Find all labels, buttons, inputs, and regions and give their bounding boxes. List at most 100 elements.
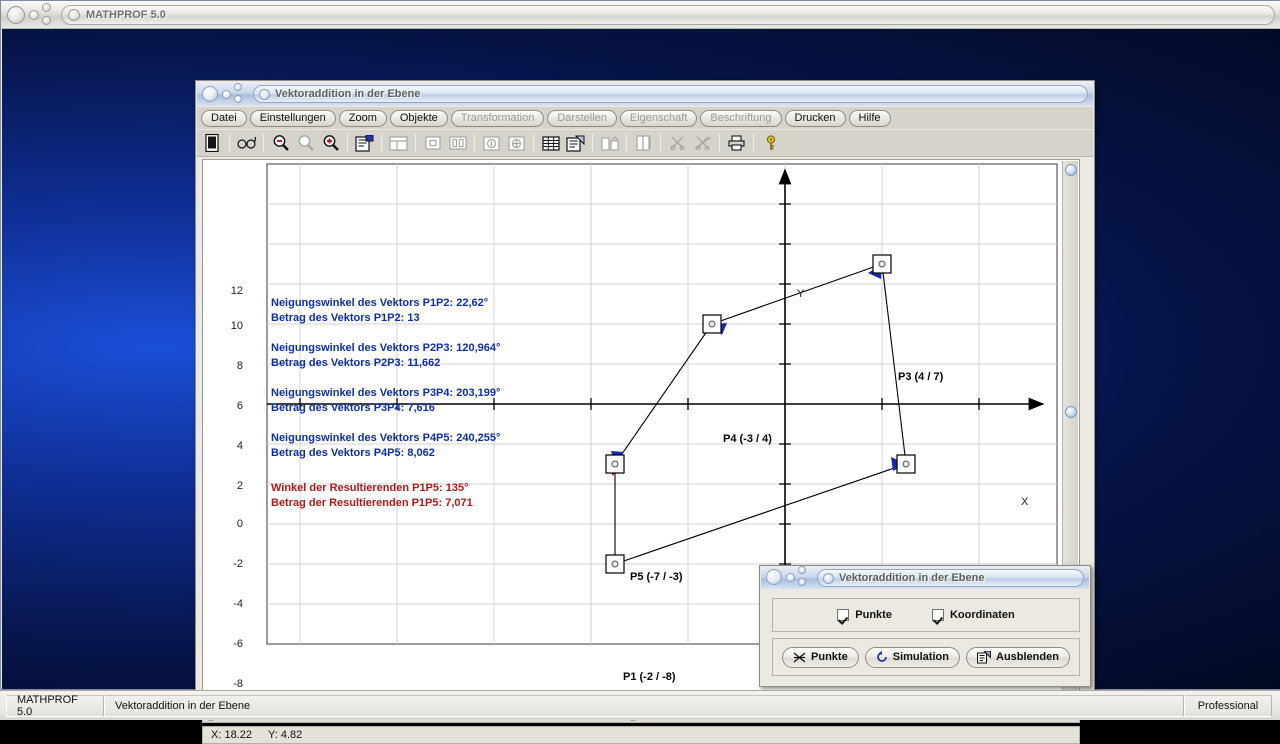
toolbar-separator: [719, 134, 720, 152]
child-window-controls[interactable]: [197, 82, 253, 106]
zoom-out-icon[interactable]: [268, 132, 293, 155]
simulation-button-label: Simulation: [892, 651, 949, 663]
punkte-button[interactable]: Punkte: [782, 646, 859, 668]
calculator-icon[interactable]: [200, 132, 225, 155]
y-tick-0: 0: [236, 518, 243, 530]
child-window-icon: [259, 88, 270, 100]
zoom-in-icon[interactable]: [318, 132, 343, 155]
point-label-p1[interactable]: P1 (-2 / -8): [623, 671, 676, 683]
menu-item-beschriftung: Beschriftung: [700, 109, 782, 127]
dialog-title-bubble: Vektoraddition in der Ebene: [817, 569, 1084, 587]
toolbar-separator: [229, 134, 230, 152]
target-circle-icon[interactable]: [504, 132, 529, 155]
points-icon: [793, 652, 806, 663]
checkbox-koordinaten[interactable]: Koordinaten: [931, 609, 1015, 621]
scissors-icon[interactable]: [665, 132, 690, 155]
scroll-thumb[interactable]: [1065, 406, 1077, 418]
app-maximize-button[interactable]: [42, 2, 51, 12]
menu-item-darstellen: Darstellen: [547, 109, 617, 127]
y-tick-neg6: -6: [233, 638, 243, 650]
dialog-checkbox-group: Punkte Koordinaten: [772, 598, 1080, 632]
layout-icon[interactable]: [386, 132, 411, 155]
book-icon[interactable]: [631, 132, 656, 155]
toolbar-separator: [533, 134, 534, 152]
menu-label-eigenschaft: Eigenschaft: [629, 112, 688, 124]
dialog-window-controls[interactable]: [761, 566, 817, 590]
menu-label-drucken: Drucken: [794, 112, 836, 124]
app-restore-button[interactable]: [42, 15, 51, 25]
options-dialog: Vektoraddition in der Ebene Punkte Koord…: [759, 565, 1091, 687]
checkbox-punkte-box[interactable]: [837, 609, 850, 621]
ausblenden-button-label: Ausblenden: [996, 651, 1059, 663]
checkbox-koordinaten-label: Koordinaten: [949, 609, 1015, 621]
zoom-reset-icon[interactable]: [293, 132, 318, 155]
dialog-restore-button[interactable]: [798, 578, 806, 586]
help-key-icon[interactable]: [758, 132, 783, 155]
y-tick-8: 8: [236, 360, 243, 372]
toolbar-separator: [263, 134, 264, 152]
hide-icon: [977, 650, 991, 664]
dialog-maximize-button[interactable]: [798, 566, 806, 574]
dialog-close-button[interactable]: [766, 569, 782, 585]
toolbar-separator: [753, 134, 754, 152]
small-window-icon[interactable]: [420, 132, 445, 155]
app-title-bubble: MATHPROF 5.0: [61, 4, 1275, 25]
toolbar-separator: [474, 134, 475, 152]
scissors-crossed-icon[interactable]: [690, 132, 715, 155]
refresh-icon: [876, 651, 888, 663]
y-tick-6: 6: [236, 400, 243, 412]
dialog-minimize-button[interactable]: [786, 573, 795, 582]
child-restore-button[interactable]: [234, 95, 242, 103]
toolbar: [197, 130, 1093, 157]
app-window-controls[interactable]: [1, 1, 59, 29]
menu-item-transformation: Transformation: [450, 109, 545, 127]
menu-item-objekte[interactable]: Objekte: [389, 109, 448, 127]
menu-item-drucken[interactable]: Drucken: [784, 109, 846, 127]
checkbox-punkte[interactable]: Punkte: [837, 609, 892, 621]
annotation-magnitude-resultant: Betrag der Resultierenden P1P5: 7,071: [271, 497, 473, 509]
point-label-p4[interactable]: P4 (-3 / 4): [723, 433, 772, 445]
menu-label-zoom: Zoom: [348, 112, 377, 124]
menu-label-darstellen: Darstellen: [557, 112, 607, 124]
menu-item-datei[interactable]: Datei: [201, 109, 247, 127]
simulation-button[interactable]: Simulation: [864, 646, 960, 668]
app-desktop-background: Vektoraddition in der Ebene Datei Einste…: [2, 29, 1280, 744]
child-minimize-button[interactable]: [222, 90, 231, 99]
dialog-title: Vektoraddition in der Ebene: [839, 572, 985, 584]
dialog-button-group: Punkte Simulation Ausblenden: [772, 638, 1080, 676]
table-icon[interactable]: [538, 132, 563, 155]
info-circle-icon[interactable]: [479, 132, 504, 155]
menu-item-zoom[interactable]: Zoom: [338, 109, 387, 127]
app-minimize-button[interactable]: [29, 9, 39, 20]
y-tick-4: 4: [236, 440, 243, 452]
punkte-button-label: Punkte: [811, 651, 848, 663]
x-axis-label: X: [1021, 496, 1029, 508]
menu-label-objekte: Objekte: [399, 112, 438, 124]
app-close-button[interactable]: [7, 5, 25, 24]
annotation-angle-p2p3: Neigungswinkel des Vektors P2P3: 120,964…: [271, 342, 501, 354]
menu-item-einstellungen[interactable]: Einstellungen: [249, 109, 336, 127]
point-label-p3[interactable]: P3 (4 / 7): [898, 371, 943, 383]
toolbar-separator: [660, 134, 661, 152]
statusbar-document-label: Vektoraddition in der Ebene: [115, 699, 251, 712]
printer-icon[interactable]: [724, 132, 749, 155]
scroll-up-knob[interactable]: [1065, 164, 1077, 176]
child-maximize-button[interactable]: [234, 83, 242, 91]
checkbox-koordinaten-box[interactable]: [931, 609, 944, 621]
menu-label-einstellungen: Einstellungen: [259, 112, 326, 124]
notes-icon[interactable]: [563, 132, 588, 155]
point-label-p5[interactable]: P5 (-7 / -3): [630, 571, 683, 583]
menu-label-hilfe: Hilfe: [858, 112, 881, 124]
properties-icon[interactable]: [352, 132, 377, 155]
menu-item-eigenschaft: Eigenschaft: [619, 109, 698, 127]
status-y-coordinate: Y: 4.82: [267, 729, 303, 741]
ausblenden-button[interactable]: Ausblenden: [966, 646, 1070, 668]
menu-label-beschriftung: Beschriftung: [710, 112, 772, 124]
columns-icon[interactable]: [445, 132, 470, 155]
glasses-icon[interactable]: [234, 132, 259, 155]
annotation-magnitude-p3p4: Betrag des Vektors P3P4: 7,616: [271, 402, 435, 414]
y-tick-neg4: -4: [233, 598, 243, 610]
menu-item-hilfe[interactable]: Hilfe: [848, 109, 891, 127]
child-close-button[interactable]: [202, 86, 218, 102]
export-icon[interactable]: [597, 132, 622, 155]
